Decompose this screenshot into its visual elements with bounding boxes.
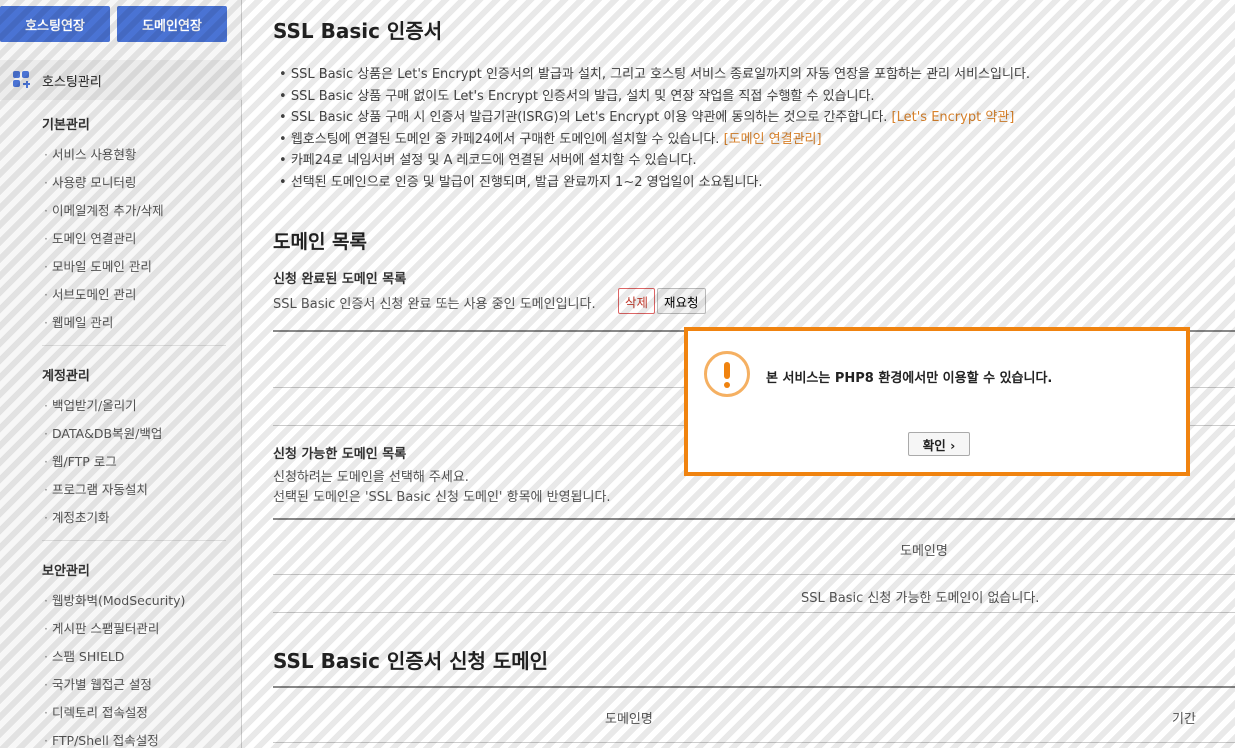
available-domains-desc2: 선택된 도메인은 'SSL Basic 신청 도메인' 항목에 반영됩니다. bbox=[273, 490, 611, 505]
table-border bbox=[273, 686, 1235, 688]
notice-item: 웹호스팅에 연결된 도메인 중 카페24에서 구매한 도메인에 설치할 수 있습… bbox=[279, 129, 1030, 151]
table-header-period: 기간 bbox=[1172, 712, 1196, 727]
menu-country-access[interactable]: 국가별 웹접근 설정 bbox=[44, 674, 152, 693]
table-header-domain: 도메인명 bbox=[605, 712, 653, 727]
section-label: 호스팅관리 bbox=[42, 74, 102, 90]
domain-connect-link[interactable]: [도메인 연결관리] bbox=[724, 132, 822, 147]
menu-web-firewall[interactable]: 웹방화벽(ModSecurity) bbox=[44, 590, 185, 609]
menu-usage-monitoring[interactable]: 사용량 모니터링 bbox=[44, 172, 136, 191]
reapply-button[interactable]: 재요청 bbox=[657, 288, 706, 314]
delete-button[interactable]: 삭제 bbox=[618, 288, 656, 314]
hosting-renew-button[interactable]: 호스팅연장 bbox=[0, 6, 110, 42]
domain-list-title: 도메인 목록 bbox=[273, 231, 368, 253]
page-title: SSL Basic 인증서 bbox=[273, 19, 443, 43]
menu-backup[interactable]: 백업받기/올리기 bbox=[44, 395, 137, 414]
menu-webmail[interactable]: 웹메일 관리 bbox=[44, 312, 113, 331]
completed-domains-title: 신청 완료된 도메인 목록 bbox=[273, 272, 407, 287]
menu-data-db-restore[interactable]: DATA&DB복원/백업 bbox=[44, 423, 162, 442]
group-title-account: 계정관리 bbox=[42, 369, 90, 384]
notice-item: SSL Basic 상품 구매 시 인증서 발급기관(ISRG)의 Let's … bbox=[279, 107, 1030, 129]
table-border bbox=[273, 518, 1235, 520]
menu-auto-install[interactable]: 프로그램 자동설치 bbox=[44, 479, 148, 498]
empty-message: SSL Basic 신청 가능한 도메인이 없습니다. bbox=[801, 591, 1040, 606]
menu-account-reset[interactable]: 계정초기화 bbox=[44, 507, 110, 526]
notice-item: SSL Basic 상품은 Let's Encrypt 인증서의 발급과 설치,… bbox=[279, 64, 1030, 86]
sidebar: 호스팅연장 도메인연장 호스팅관리 기본관리 서비스 사용현황 사용량 모니터링… bbox=[0, 0, 242, 748]
menu-domain-connect[interactable]: 도메인 연결관리 bbox=[44, 228, 136, 247]
group-title-basic: 기본관리 bbox=[42, 118, 90, 133]
table-header-domain: 도메인명 bbox=[900, 544, 948, 559]
notice-list: SSL Basic 상품은 Let's Encrypt 인증서의 발급과 설치,… bbox=[279, 64, 1030, 194]
alert-message: 본 서비스는 PHP8 환경에서만 이용할 수 있습니다. bbox=[766, 371, 1053, 386]
notice-item: 선택된 도메인으로 인증 및 발급이 진행되며, 발급 완료까지 1~2 영업일… bbox=[279, 172, 1030, 194]
alert-dialog: 본 서비스는 PHP8 환경에서만 이용할 수 있습니다. 확인 › bbox=[684, 327, 1190, 476]
menu-service-usage[interactable]: 서비스 사용현황 bbox=[44, 144, 136, 163]
notice-item: 카페24로 네임서버 설정 및 A 레코드에 연결된 서버에 설치할 수 있습니… bbox=[279, 150, 1030, 172]
available-domains-title: 신청 가능한 도메인 목록 bbox=[273, 447, 407, 462]
domain-renew-button[interactable]: 도메인연장 bbox=[117, 6, 227, 42]
menu-mobile-domain[interactable]: 모바일 도메인 관리 bbox=[44, 256, 152, 275]
completed-domains-desc: SSL Basic 인증서 신청 완료 또는 사용 중인 도메인입니다. bbox=[273, 297, 596, 312]
menu-board-spam-filter[interactable]: 게시판 스팸필터관리 bbox=[44, 618, 159, 637]
table-row-divider bbox=[273, 742, 1235, 743]
available-domains-desc: 신청하려는 도메인을 선택해 주세요. bbox=[273, 470, 469, 485]
notice-item: SSL Basic 상품 구매 없이도 Let's Encrypt 인증서의 발… bbox=[279, 86, 1030, 108]
divider bbox=[42, 540, 226, 541]
menu-web-ftp-log[interactable]: 웹/FTP 로그 bbox=[44, 451, 117, 470]
menu-email-account[interactable]: 이메일계정 추가/삭제 bbox=[44, 200, 164, 219]
lets-encrypt-terms-link[interactable]: [Let's Encrypt 약관] bbox=[892, 110, 1015, 125]
menu-spam-shield[interactable]: 스팸 SHIELD bbox=[44, 646, 124, 665]
menu-directory-access[interactable]: 디렉토리 접속설정 bbox=[44, 702, 148, 721]
table-row-divider bbox=[273, 574, 1235, 575]
menu-ftp-shell-access[interactable]: FTP/Shell 접속설정 bbox=[44, 730, 159, 748]
exclamation-icon bbox=[704, 351, 750, 397]
group-title-security: 보안관리 bbox=[42, 564, 90, 579]
confirm-button[interactable]: 확인 › bbox=[908, 432, 970, 456]
table-row-divider bbox=[273, 612, 1235, 613]
section-hosting-management[interactable]: 호스팅관리 bbox=[0, 60, 242, 100]
divider bbox=[42, 345, 226, 346]
apply-section-title: SSL Basic 인증서 신청 도메인 bbox=[273, 649, 549, 673]
grid-plus-icon bbox=[13, 71, 31, 89]
menu-subdomain[interactable]: 서브도메인 관리 bbox=[44, 284, 136, 303]
top-buttons: 호스팅연장 도메인연장 bbox=[0, 6, 242, 42]
